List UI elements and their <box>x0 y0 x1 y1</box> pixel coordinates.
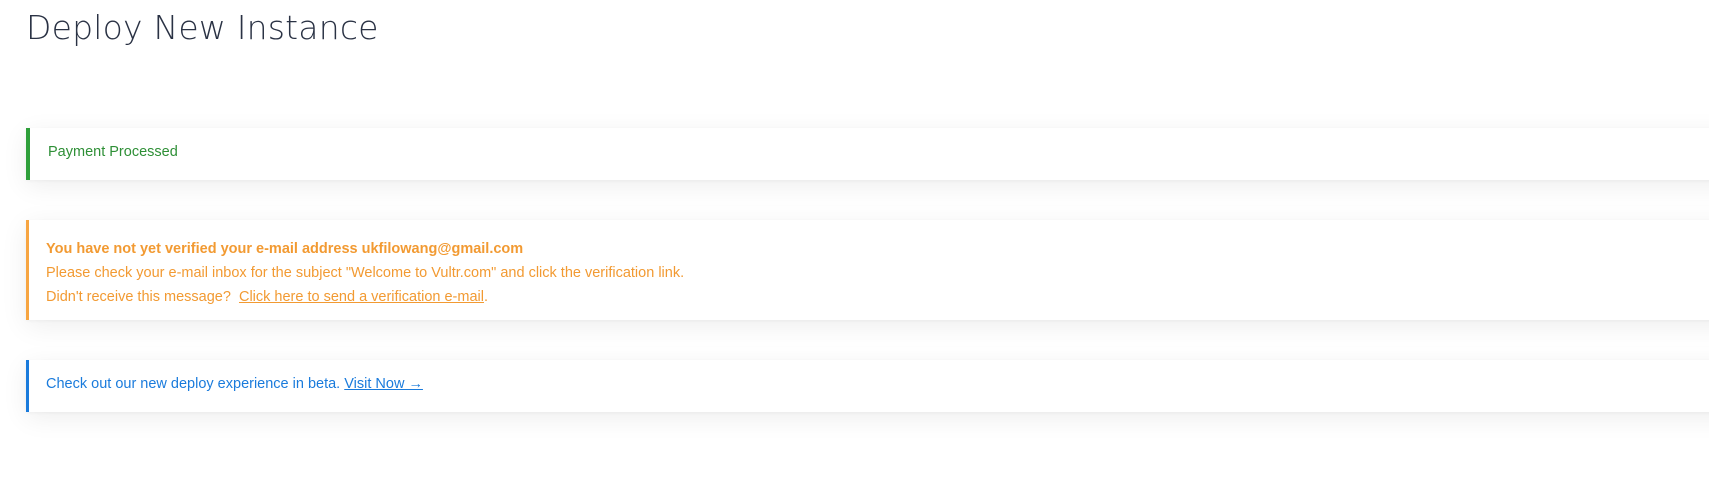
email-verification-trailing: . <box>483 289 489 305</box>
send-verification-email-link[interactable]: Click here to send a verification e-mail <box>239 289 484 305</box>
email-verification-alert: You have not yet verified your e-mail ad… <box>26 220 1709 320</box>
email-verification-prompt: Didn't receive this message? <box>46 289 235 305</box>
visit-now-link[interactable]: Visit Now → <box>344 376 423 392</box>
beta-deploy-text: Check out our new deploy experience in b… <box>46 376 341 392</box>
page-title: Deploy New Instance <box>26 8 379 47</box>
beta-deploy-alert: Check out our new deploy experience in b… <box>26 360 1709 412</box>
email-verification-heading: You have not yet verified your e-mail ad… <box>46 241 524 257</box>
payment-processed-text: Payment Processed <box>48 144 178 160</box>
page: Deploy New Instance Payment Processed Yo… <box>0 0 1709 485</box>
payment-processed-alert: Payment Processed <box>26 128 1709 180</box>
email-verification-instruction: Please check your e-mail inbox for the s… <box>46 265 685 281</box>
email-verification-resend-line: Didn't receive this message? Click here … <box>46 285 1709 309</box>
